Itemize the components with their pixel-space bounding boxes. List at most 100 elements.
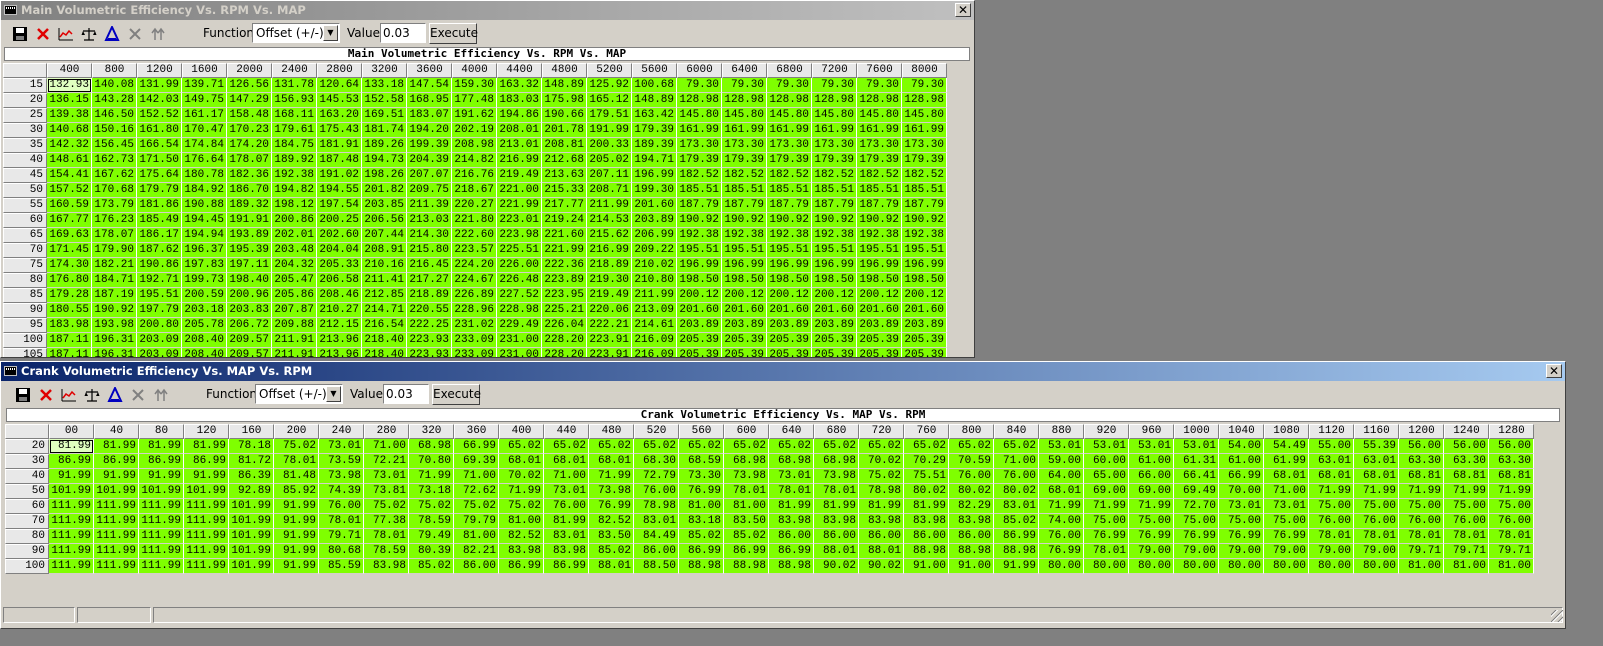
table-cell[interactable]: 152.58: [362, 93, 407, 108]
table-cell[interactable]: 208.40: [182, 348, 227, 357]
column-header[interactable]: 760: [904, 424, 949, 439]
table-cell[interactable]: 88.98: [679, 559, 724, 574]
table-cell[interactable]: 190.86: [137, 258, 182, 273]
table-cell[interactable]: 53.01: [1129, 439, 1174, 454]
table-cell[interactable]: 218.89: [587, 258, 632, 273]
table-cell[interactable]: 196.31: [92, 333, 137, 348]
table-cell[interactable]: 71.99: [499, 484, 544, 499]
table-cell[interactable]: 91.99: [49, 469, 94, 484]
table-cell[interactable]: 161.17: [182, 108, 227, 123]
table-cell[interactable]: 189.26: [362, 138, 407, 153]
table-cell[interactable]: 63.30: [1444, 454, 1489, 469]
table-cell[interactable]: 200.59: [182, 288, 227, 303]
table-cell[interactable]: 76.99: [1084, 529, 1129, 544]
table-cell[interactable]: 79.71: [319, 529, 364, 544]
table-cell[interactable]: 189.39: [632, 138, 677, 153]
table-cell[interactable]: 207.87: [272, 303, 317, 318]
table-cell[interactable]: 202.01: [272, 228, 317, 243]
table-cell[interactable]: 214.71: [362, 303, 407, 318]
table-cell[interactable]: 143.28: [92, 93, 137, 108]
table-cell[interactable]: 76.00: [634, 484, 679, 499]
table-cell[interactable]: 80.39: [409, 544, 454, 559]
table-cell[interactable]: 174.20: [227, 138, 272, 153]
function-select[interactable]: Offset (+/-) ▼: [255, 384, 343, 404]
table-cell[interactable]: 65.02: [589, 439, 634, 454]
table-cell[interactable]: 63.01: [1354, 454, 1399, 469]
table-cell[interactable]: 79.00: [1309, 544, 1354, 559]
table-cell[interactable]: 91.99: [139, 469, 184, 484]
table-cell[interactable]: 210.02: [632, 258, 677, 273]
table-cell[interactable]: 101.99: [94, 484, 139, 499]
table-cell[interactable]: 173.30: [767, 138, 812, 153]
table-cell[interactable]: 223.01: [497, 213, 542, 228]
table-cell[interactable]: 223.91: [587, 348, 632, 357]
table-cell[interactable]: 65.02: [499, 439, 544, 454]
table-cell[interactable]: 208.46: [317, 288, 362, 303]
column-header[interactable]: 480: [589, 424, 634, 439]
table-cell[interactable]: 73.18: [409, 484, 454, 499]
table-cell[interactable]: 163.20: [317, 108, 362, 123]
table-cell[interactable]: 182.52: [902, 168, 947, 183]
table-cell[interactable]: 148.89: [542, 78, 587, 93]
table-cell[interactable]: 75.00: [1264, 514, 1309, 529]
table-cell[interactable]: 68.81: [1444, 469, 1489, 484]
table-cell[interactable]: 233.09: [452, 348, 497, 357]
table-cell[interactable]: 101.99: [229, 529, 274, 544]
table-cell[interactable]: 187.79: [857, 198, 902, 213]
table-cell[interactable]: 88.98: [949, 544, 994, 559]
table-cell[interactable]: 201.82: [362, 183, 407, 198]
table-cell[interactable]: 197.79: [137, 303, 182, 318]
table-cell[interactable]: 203.09: [137, 333, 182, 348]
table-cell[interactable]: 75.00: [1444, 499, 1489, 514]
row-header[interactable]: 20: [3, 93, 47, 108]
table-cell[interactable]: 187.79: [902, 198, 947, 213]
close-button[interactable]: ✕: [1546, 364, 1562, 378]
graph-icon[interactable]: [57, 25, 75, 43]
column-header[interactable]: 6400: [722, 63, 767, 78]
table-cell[interactable]: 146.50: [92, 108, 137, 123]
table-cell[interactable]: 78.01: [1489, 529, 1534, 544]
table-cell[interactable]: 200.80: [137, 318, 182, 333]
table-cell[interactable]: 139.38: [47, 108, 92, 123]
table-cell[interactable]: 179.39: [677, 153, 722, 168]
table-cell[interactable]: 157.52: [47, 183, 92, 198]
table-cell[interactable]: 145.80: [902, 108, 947, 123]
table-cell[interactable]: 80.00: [1309, 559, 1354, 574]
table-cell[interactable]: 200.12: [722, 288, 767, 303]
table-cell[interactable]: 192.38: [767, 228, 812, 243]
table-cell[interactable]: 81.00: [1444, 559, 1489, 574]
column-header[interactable]: 800: [92, 63, 137, 78]
table-cell[interactable]: 101.99: [139, 484, 184, 499]
table-cell[interactable]: 221.60: [542, 228, 587, 243]
table-cell[interactable]: 61.00: [1219, 454, 1264, 469]
table-cell[interactable]: 145.80: [812, 108, 857, 123]
table-cell[interactable]: 179.39: [722, 153, 767, 168]
table-cell[interactable]: 73.98: [724, 469, 769, 484]
table-cell[interactable]: 76.00: [1444, 514, 1489, 529]
table-cell[interactable]: 77.38: [364, 514, 409, 529]
table-cell[interactable]: 208.91: [362, 243, 407, 258]
table-cell[interactable]: 205.39: [857, 333, 902, 348]
table-cell[interactable]: 203.89: [722, 318, 767, 333]
table-cell[interactable]: 190.92: [767, 213, 812, 228]
column-header[interactable]: 800: [949, 424, 994, 439]
table-cell[interactable]: 85.02: [409, 559, 454, 574]
table-cell[interactable]: 73.98: [589, 484, 634, 499]
table-cell[interactable]: 205.02: [587, 153, 632, 168]
table-cell[interactable]: 78.59: [364, 544, 409, 559]
table-cell[interactable]: 176.23: [92, 213, 137, 228]
table-cell[interactable]: 79.71: [1444, 544, 1489, 559]
table-cell[interactable]: 75.02: [859, 469, 904, 484]
table-cell[interactable]: 91.99: [274, 514, 319, 529]
table-cell[interactable]: 211.41: [362, 273, 407, 288]
table-cell[interactable]: 71.00: [1264, 484, 1309, 499]
table-cell[interactable]: 175.43: [317, 123, 362, 138]
table-cell[interactable]: 173.30: [857, 138, 902, 153]
table-cell[interactable]: 85.02: [679, 529, 724, 544]
table-cell[interactable]: 91.00: [949, 559, 994, 574]
column-header[interactable]: 600: [724, 424, 769, 439]
table-cell[interactable]: 197.11: [227, 258, 272, 273]
table-cell[interactable]: 71.99: [1399, 484, 1444, 499]
table-cell[interactable]: 168.11: [272, 108, 317, 123]
table-cell[interactable]: 173.30: [677, 138, 722, 153]
